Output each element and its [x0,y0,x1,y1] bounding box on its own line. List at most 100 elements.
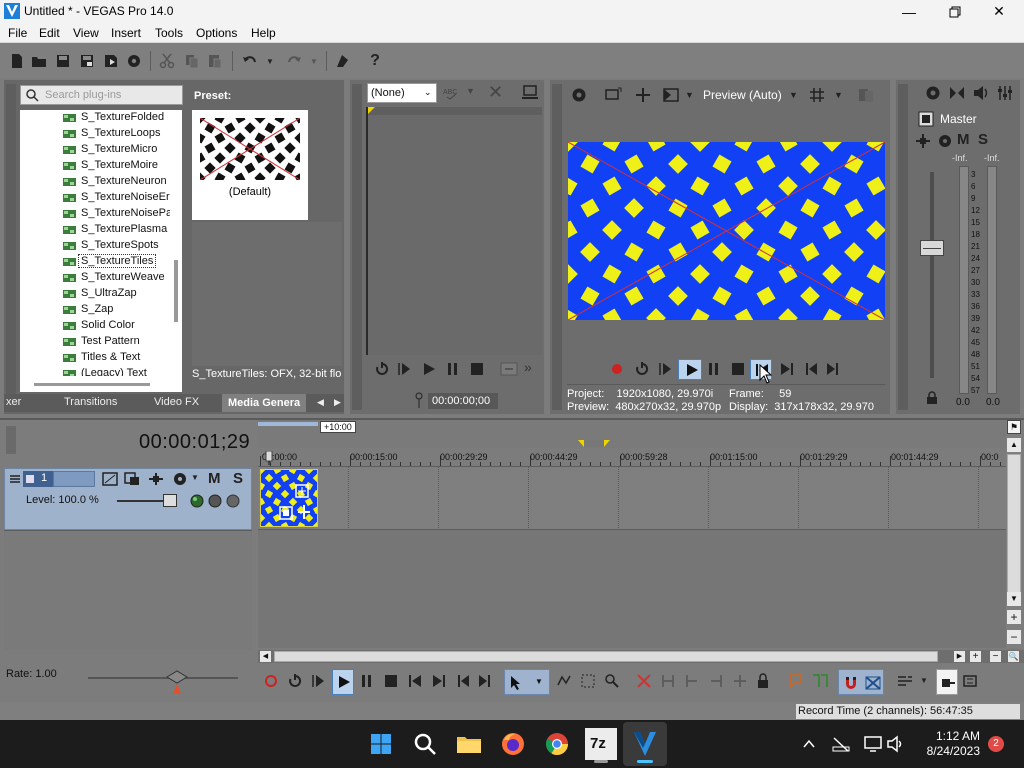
play-icon[interactable] [422,362,436,376]
chevron-up-icon[interactable] [802,738,816,750]
master-fader-track[interactable] [930,172,934,378]
tab-scroll-right-icon[interactable]: ▶ [334,397,341,408]
ignore-event-grouping-icon[interactable] [962,673,978,689]
chrome-icon[interactable] [541,728,573,760]
chevron-down-icon[interactable]: ▼ [789,90,798,100]
track-name-field[interactable] [53,471,95,487]
chevron-down-icon[interactable]: ▼ [191,473,199,482]
tab-mixer[interactable]: xer [6,396,21,408]
pause-icon[interactable] [360,674,374,688]
split-icon[interactable] [732,673,748,689]
tree-item[interactable]: S_TextureMoire [20,158,182,174]
go-to-start-icon[interactable] [408,674,422,688]
preview-quality-select[interactable]: Preview (Auto) [703,88,782,102]
undo-dropdown-icon[interactable]: ▼ [266,57,274,66]
event-pan-crop-icon[interactable] [295,484,309,498]
loop-playback-icon[interactable] [287,673,303,689]
spellcheck-abc-icon[interactable]: ABC [443,86,459,100]
vegas-icon[interactable] [629,728,661,760]
insert-marker-icon[interactable] [788,673,804,689]
loop-region-bar[interactable] [578,440,610,448]
whats-this-help-icon[interactable]: ? [366,52,384,70]
tree-item[interactable]: S_TextureNeuron [20,174,182,190]
pause-icon[interactable] [707,362,721,376]
search-icon[interactable] [409,728,441,760]
delete-icon[interactable] [636,673,652,689]
menu-options[interactable]: Options [196,26,237,40]
timeline-vscroll[interactable]: ⚑ ▲ ▼ + − [1006,420,1022,648]
7zip-icon[interactable]: 7z [585,728,617,760]
snapping-toggles[interactable] [838,669,884,695]
previous-frame-icon[interactable] [802,362,818,376]
stop-icon[interactable] [470,362,484,376]
tree-scrollbar[interactable] [170,112,182,377]
pane-dock-handle[interactable] [6,84,16,394]
tree-item[interactable]: S_TextureTiles [20,254,182,270]
video-scopes-icon[interactable] [662,86,680,104]
firefox-icon[interactable] [497,728,529,760]
auto-ripple-icon[interactable] [896,673,914,689]
menu-insert[interactable]: Insert [111,26,141,40]
event-media-icon[interactable] [297,504,311,520]
collapse-track-icon[interactable] [9,473,21,485]
tree-item[interactable]: S_TextureMicro [20,142,182,158]
marker-bar[interactable]: +10:00 [258,420,1006,448]
tree-item[interactable]: S_TexturePlasma [20,222,182,238]
preview-properties-gear-icon[interactable] [570,86,588,104]
preset-thumbnail[interactable] [192,110,308,220]
save-icon[interactable] [54,52,72,70]
save-as-icon[interactable] [78,52,96,70]
tree-item[interactable]: S_TextureWeave [20,270,182,286]
lock-event-icon[interactable] [756,673,770,689]
make-compositing-child-icon[interactable] [225,493,241,509]
project-timecode[interactable]: 00:00:01;29 [139,431,250,454]
pause-icon[interactable] [446,362,460,376]
tree-item[interactable]: Solid Color [20,318,182,334]
tab-scroll-left-icon[interactable]: ◀ [317,397,324,408]
tree-item[interactable]: S_TextureLoops [20,126,182,142]
tree-item[interactable]: S_Zap [20,302,182,318]
previous-frame-icon[interactable] [454,674,470,688]
compositing-child-icon[interactable] [207,493,223,509]
stop-icon[interactable] [731,362,745,376]
stop-icon[interactable] [384,674,398,688]
master-solo-button[interactable]: S [978,131,988,148]
pane-dock-handle[interactable] [352,84,362,410]
lock-envelopes-button[interactable] [936,669,958,695]
tree-item[interactable]: S_TextureSpots [20,238,182,254]
insert-region-icon[interactable] [812,673,828,689]
split-screen-icon[interactable] [634,86,652,104]
timeline-empty-area[interactable] [258,530,1006,648]
tab-transitions[interactable]: Transitions [64,396,117,408]
cut-icon[interactable] [158,52,176,70]
timeline-hscroll[interactable]: ◀ ▶ + − 🔍 [258,650,1024,663]
file-explorer-icon[interactable] [453,728,485,760]
redo-icon[interactable] [285,52,303,70]
trim-icon[interactable] [660,673,676,689]
chevron-down-icon[interactable]: ▼ [834,90,843,100]
track-mute-button[interactable]: M [208,470,221,487]
add-to-timeline-icon[interactable] [500,362,518,376]
plugin-search-input[interactable]: Search plug-ins [20,85,183,105]
pane-dock-handle[interactable] [898,84,908,410]
paste-icon[interactable] [206,52,224,70]
event-fx-icon[interactable] [279,506,293,520]
media-generator-event[interactable] [260,469,318,527]
speaker-icon[interactable] [972,84,990,102]
record-icon[interactable] [264,674,278,688]
trimmer-window-icon[interactable] [521,84,539,100]
zoom-edit-tool-icon[interactable] [604,673,620,689]
tree-item[interactable]: S_UltraZap [20,286,182,302]
master-mute-button[interactable]: M [957,131,970,148]
compositing-parent-icon[interactable] [189,493,205,509]
master-settings-gear-icon[interactable] [936,132,954,150]
video-preview-frame[interactable] [568,142,885,320]
mixer-faders-icon[interactable] [996,84,1014,102]
play-from-start-icon[interactable] [312,674,326,688]
trim-end-icon[interactable] [708,673,724,689]
chevron-down-icon[interactable]: ▼ [685,90,694,100]
redo-dropdown-icon[interactable]: ▼ [310,57,318,66]
go-to-end-icon[interactable] [432,674,446,688]
more-options-icon[interactable]: » [524,359,532,375]
track-fx-icon[interactable] [123,471,141,487]
